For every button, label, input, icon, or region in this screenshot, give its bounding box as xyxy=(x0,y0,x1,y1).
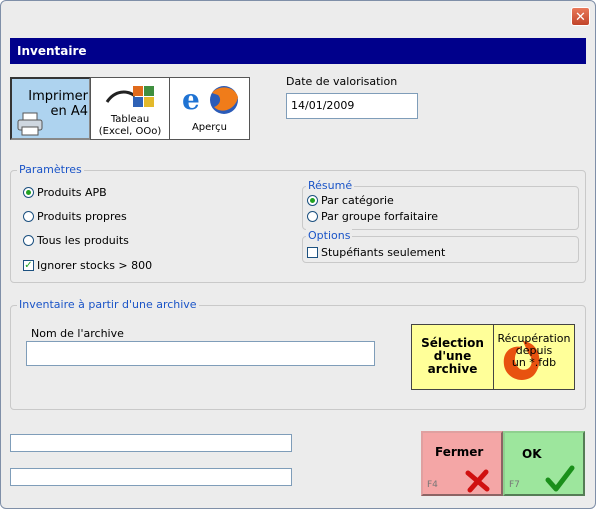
close-button[interactable]: ✕ xyxy=(571,7,590,26)
ok-button[interactable]: OK F7 xyxy=(503,431,585,496)
fermer-shortcut: F4 xyxy=(427,480,438,490)
fermer-button[interactable]: Fermer F4 xyxy=(421,431,503,496)
valuation-date-label: Date de valorisation xyxy=(286,75,398,88)
radio-produits-apb[interactable] xyxy=(23,187,34,198)
ignore-stocks-checkbox[interactable]: ✓ xyxy=(23,260,34,271)
tableau-label-line2: (Excel, OOo) xyxy=(98,126,162,137)
browser-icon: e xyxy=(182,83,238,116)
stupefiants-label: Stupéfiants seulement xyxy=(321,246,446,259)
status-field-2 xyxy=(10,468,292,486)
svg-text:e: e xyxy=(182,83,200,116)
radio-par-groupe-label: Par groupe forfaitaire xyxy=(321,210,439,223)
radio-produits-propres[interactable] xyxy=(23,211,34,222)
archive-legend: Inventaire à partir d'une archive xyxy=(17,298,199,311)
print-a4-button[interactable]: Imprimer en A4 xyxy=(10,77,91,140)
ok-label: OK xyxy=(522,447,542,461)
recup-line3: un *.fdb xyxy=(511,356,557,369)
radio-produits-propres-label: Produits propres xyxy=(37,210,127,223)
dialog-window: ✕ Inventaire Imprimer en A4 Tableau (Exc… xyxy=(0,0,596,509)
tableau-excel-button[interactable]: Tableau (Excel, OOo) xyxy=(90,77,170,140)
close-x-icon xyxy=(465,469,490,493)
radio-par-categorie[interactable] xyxy=(307,195,318,206)
printer-icon xyxy=(17,112,43,136)
resume-group xyxy=(302,186,579,230)
page-title: Inventaire xyxy=(10,38,586,64)
resume-legend: Résumé xyxy=(306,179,355,192)
fermer-label: Fermer xyxy=(435,445,484,459)
ignore-stocks-label: Ignorer stocks > 800 xyxy=(37,259,153,272)
radio-tous-produits-label: Tous les produits xyxy=(37,234,129,247)
apercu-label: Aperçu xyxy=(191,122,228,133)
stupefiants-checkbox[interactable] xyxy=(307,247,318,258)
archive-name-label: Nom de l'archive xyxy=(31,327,124,340)
radio-produits-apb-label: Produits APB xyxy=(37,186,107,199)
apercu-button[interactable]: e Aperçu xyxy=(169,77,250,140)
ok-shortcut: F7 xyxy=(509,480,520,490)
status-field-1 xyxy=(10,434,292,452)
recup-fdb-button[interactable]: Récupération depuis un *.fdb xyxy=(493,324,575,390)
options-legend: Options xyxy=(306,229,353,242)
archive-name-field[interactable] xyxy=(26,341,375,366)
tableau-label-line1: Tableau xyxy=(110,114,150,125)
select-archive-line3: archive xyxy=(427,362,478,376)
parametres-legend: Paramètres xyxy=(17,163,84,176)
radio-tous-produits[interactable] xyxy=(23,235,34,246)
radio-par-groupe[interactable] xyxy=(307,211,318,222)
radio-par-categorie-label: Par catégorie xyxy=(321,194,394,207)
checkmark-icon xyxy=(545,465,575,492)
print-label-line1: Imprimer xyxy=(28,89,88,104)
office-icon xyxy=(105,86,154,107)
select-archive-button[interactable]: Sélection d'une archive xyxy=(411,324,494,390)
valuation-date-field[interactable]: 14/01/2009 xyxy=(286,93,418,119)
close-icon: ✕ xyxy=(575,10,586,25)
